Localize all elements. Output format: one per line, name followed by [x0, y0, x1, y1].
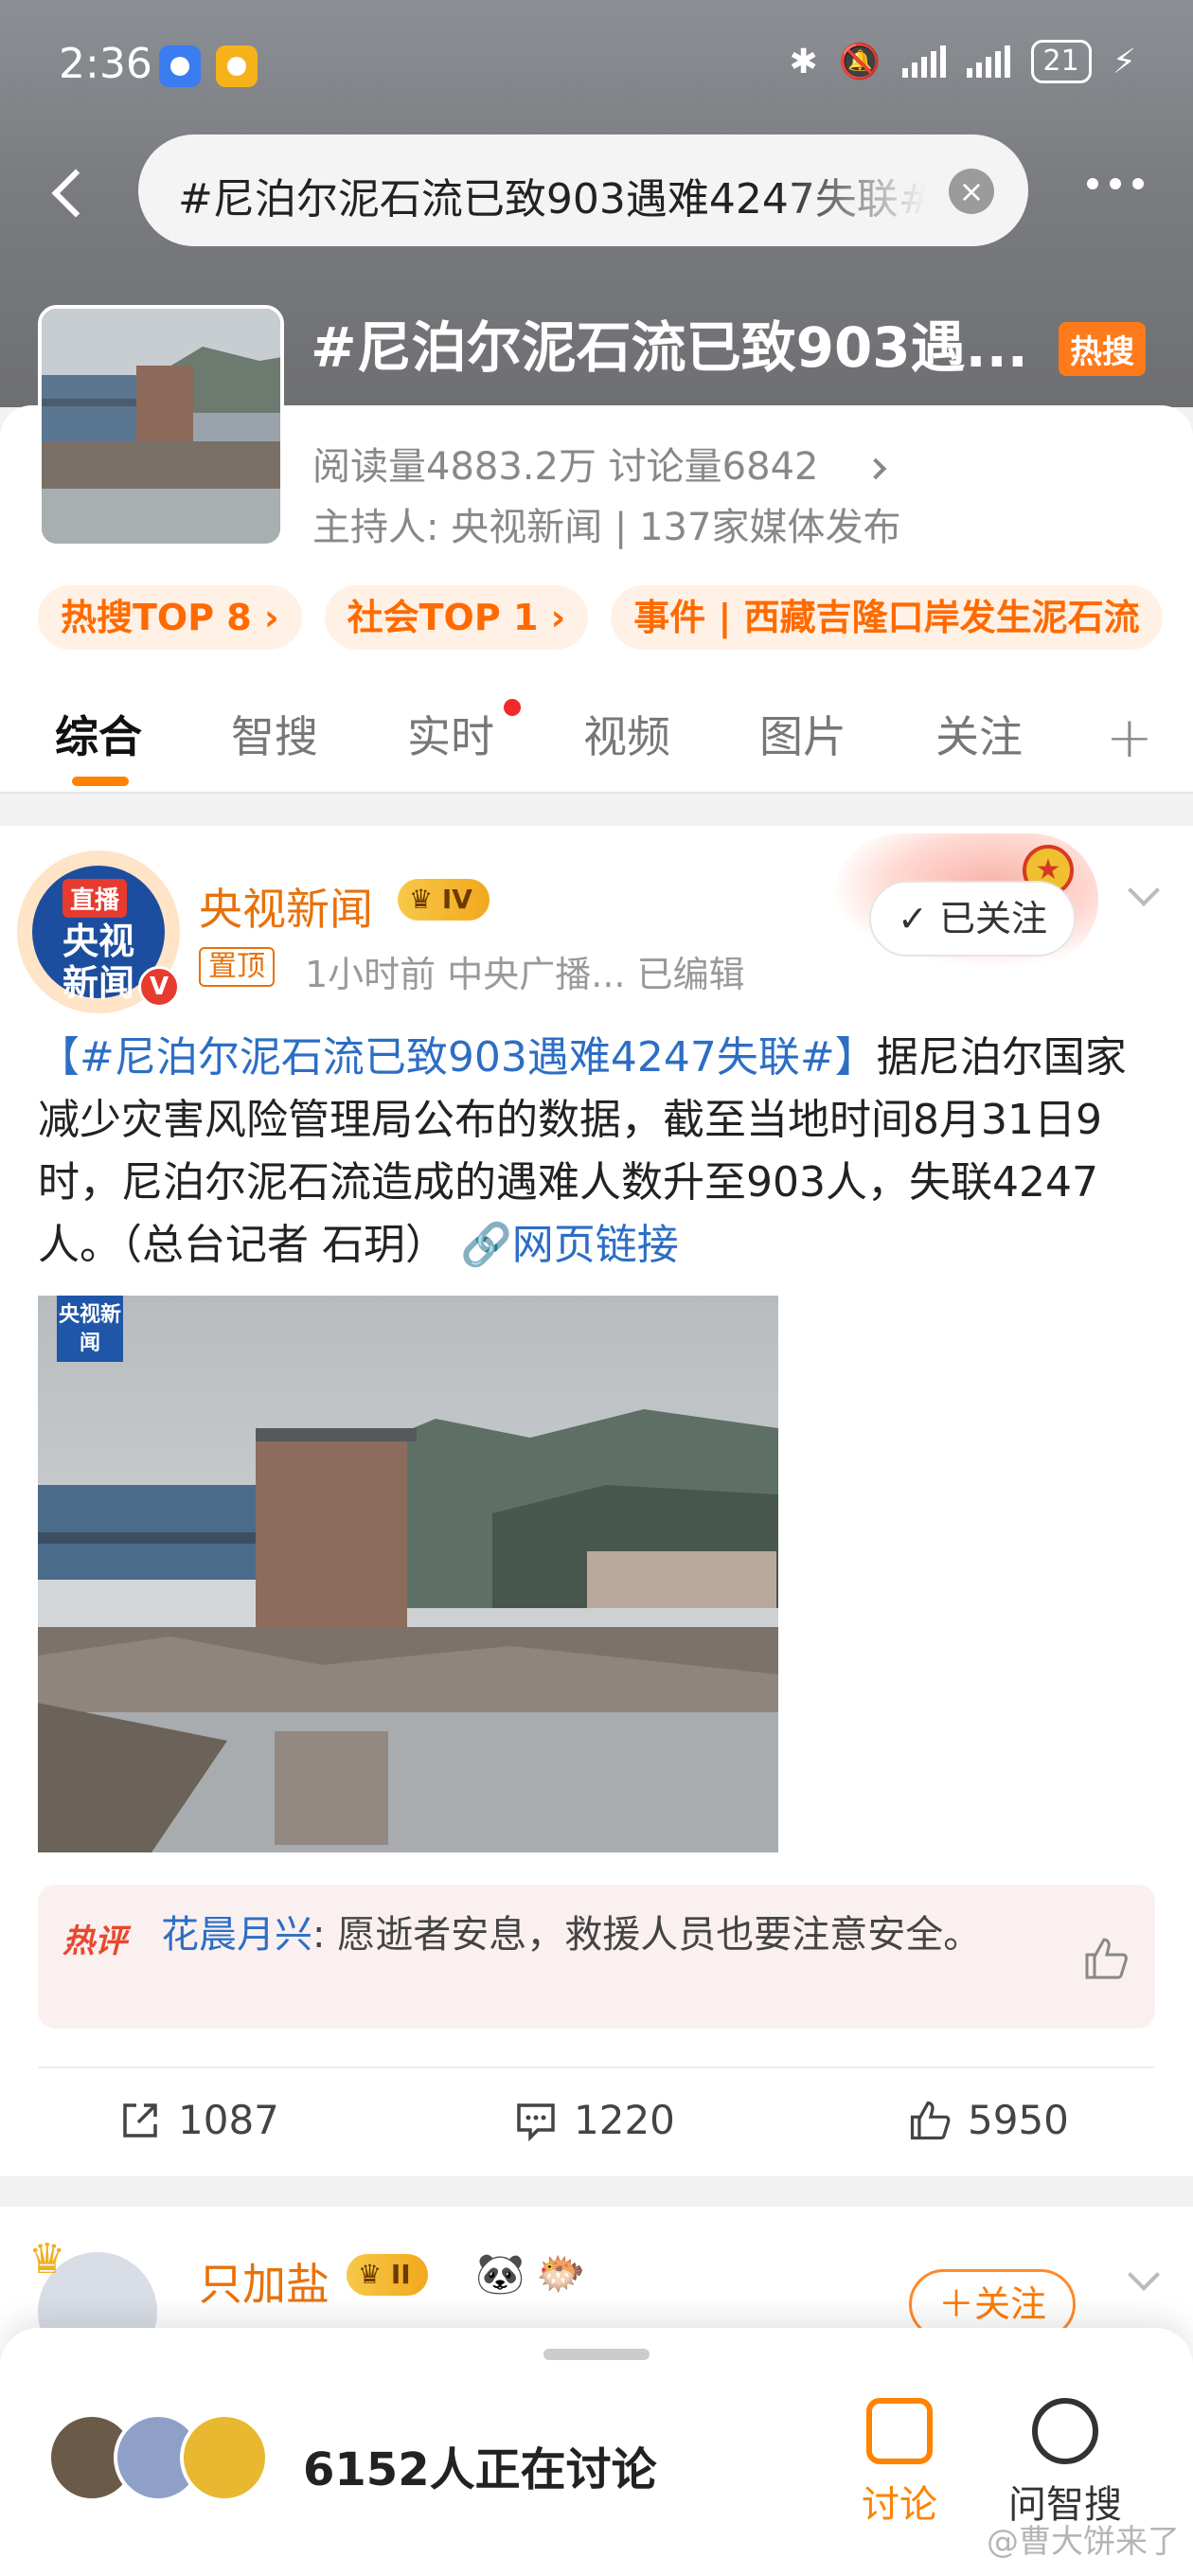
notification-app-icon	[159, 45, 201, 87]
search-bar: #尼泊尔泥石流已致903遇难4247失联# ×	[0, 133, 1193, 246]
participant-avatars	[47, 2413, 275, 2508]
discuss-label: 讨论	[862, 2483, 937, 2527]
topic-thumbnail[interactable]	[38, 305, 284, 547]
chip-society-rank[interactable]: 社会TOP 1 ›	[324, 585, 589, 650]
topic-stats: 阅读量4883.2万 讨论量6842	[312, 445, 819, 489]
post-actions: 1087 1220 5950	[38, 2066, 1155, 2176]
comment-icon	[517, 2102, 555, 2141]
repost-icon	[123, 2102, 157, 2138]
like-icon	[910, 2101, 951, 2139]
chip-hot-search-rank[interactable]: 热搜TOP 8 ›	[38, 585, 302, 650]
like-button[interactable]: 5950	[907, 2097, 1069, 2143]
followed-button[interactable]: ✓ 已关注	[869, 881, 1076, 957]
weibo-app-icon	[216, 45, 258, 87]
tab-realtime[interactable]: 实时	[407, 703, 494, 765]
verified-icon: V	[138, 966, 180, 1008]
avatar	[180, 2413, 269, 2502]
like-comment-icon[interactable]	[1081, 1934, 1131, 1983]
clear-search-icon[interactable]: ×	[949, 169, 994, 214]
hot-comment-text: 花晨月兴: 愿逝者安息，救援人员也要注意安全。	[161, 1909, 1051, 1960]
tab-smart-search[interactable]: 智搜	[231, 703, 318, 765]
author-name-2[interactable]: 只加盐	[199, 2250, 329, 2313]
image-watermark-logo: 央视新闻	[57, 1296, 123, 1362]
chip-event[interactable]: 事件 | 西藏吉隆口岸发生泥石流	[611, 585, 1163, 650]
signal-icon	[901, 45, 946, 78]
bluetooth-icon: ✱	[789, 42, 818, 81]
tab-comprehensive[interactable]: 综合	[55, 703, 142, 765]
tab-bar: 综合 智搜 实时 视频 图片 关注 +	[0, 682, 1193, 794]
discuss-button[interactable]: 讨论	[852, 2398, 947, 2529]
level-text-2: II	[390, 2259, 411, 2290]
chevron-right-icon	[864, 457, 887, 480]
signal-icon-2	[966, 45, 1010, 78]
web-link[interactable]: 🔗网页链接	[460, 1221, 679, 1269]
tab-video[interactable]: 视频	[583, 703, 670, 765]
post-card: 直播 央视新闻 V 央视新闻 ♛ IV 置顶 1小时前 中央广播... 已编辑 …	[0, 826, 1193, 2176]
smart-search-icon	[1032, 2398, 1098, 2464]
watermark: @曹大饼来了	[987, 2523, 1180, 2561]
avatar-logo-text: 央视新闻	[62, 921, 134, 1004]
more-options-icon[interactable]	[1087, 178, 1144, 189]
hot-comment-user[interactable]: 花晨月兴	[161, 1913, 312, 1957]
status-bar: 2:36 ✱ 🔕 21 ⚡	[0, 0, 1193, 133]
ask-smart-search-button[interactable]: 问智搜	[994, 2398, 1136, 2529]
hot-comment[interactable]: 热评 花晨月兴: 愿逝者安息，救援人员也要注意安全。	[38, 1885, 1155, 2029]
crown-icon: ♛	[28, 2235, 66, 2283]
status-time: 2:36	[59, 40, 152, 88]
sheet-handle[interactable]	[543, 2349, 650, 2360]
repost-count: 1087	[178, 2097, 279, 2143]
mute-icon: 🔕	[838, 43, 881, 81]
hot-comment-tag: 热评	[62, 1923, 127, 1960]
search-input[interactable]: #尼泊尔泥石流已致903遇难4247失联# ×	[138, 134, 1028, 246]
panda-emoji-icon: 🐼	[475, 2250, 525, 2297]
post-text: 【#尼泊尔泥石流已致903遇难4247失联#】据尼泊尔国家减少灾害风险管理局公布…	[38, 1027, 1155, 1277]
level-badge-2: ♛ II	[347, 2254, 428, 2296]
active-tab-indicator	[72, 777, 129, 786]
tab-images[interactable]: 图片	[759, 703, 846, 765]
new-indicator-dot	[504, 699, 521, 716]
chevron-down-icon[interactable]	[1128, 874, 1160, 906]
tab-following[interactable]: 关注	[935, 703, 1023, 765]
chevron-down-icon[interactable]	[1128, 2259, 1160, 2291]
pinned-badge: 置顶	[199, 947, 275, 987]
hot-comment-body: : 愿逝者安息，救援人员也要注意安全。	[312, 1913, 982, 1957]
add-tab-icon[interactable]: +	[1106, 705, 1153, 771]
back-icon[interactable]	[38, 152, 104, 227]
level-text: IV	[441, 884, 472, 915]
post-meta: 1小时前 中央广播... 已编辑	[305, 954, 745, 995]
post-image[interactable]: 央视新闻	[38, 1296, 778, 1852]
avatar[interactable]: 直播 央视新闻 V	[17, 850, 180, 1013]
topic-meta: 阅读量4883.2万 讨论量6842 主持人: 央视新闻 | 137家媒体发布	[312, 436, 900, 557]
comment-count: 1220	[574, 2097, 675, 2143]
like-count: 5950	[968, 2097, 1069, 2143]
fish-emoji-icon: 🐡	[536, 2250, 586, 2297]
discussing-count: 6152人正在讨论	[303, 2443, 657, 2496]
comment-button[interactable]: 1220	[513, 2097, 675, 2143]
edit-icon	[866, 2398, 933, 2464]
status-icons: ✱ 🔕 21 ⚡	[790, 40, 1136, 83]
web-link-label: 网页链接	[511, 1221, 679, 1269]
post-hashtag[interactable]: 【#尼泊尔泥石流已致903遇难4247失联#】	[38, 1033, 877, 1082]
level-badge: ♛ IV	[398, 879, 490, 921]
topic-title: #尼泊尔泥石流已致903遇...	[311, 315, 1028, 380]
hot-badge: 热搜	[1059, 322, 1146, 376]
author-name[interactable]: 央视新闻	[199, 875, 373, 938]
topic-host: 主持人: 央视新闻 | 137家媒体发布	[312, 506, 901, 549]
repost-button[interactable]: 1087	[117, 2097, 279, 2143]
search-query: #尼泊尔泥石流已致903遇难4247失联#	[178, 175, 926, 224]
topic-chips: 热搜TOP 8 › 社会TOP 1 › 事件 | 西藏吉隆口岸发生泥石流	[38, 585, 1163, 650]
live-tag: 直播	[62, 879, 128, 918]
charging-icon: ⚡	[1112, 42, 1136, 81]
topic-stats-row[interactable]: 阅读量4883.2万 讨论量6842	[312, 436, 900, 496]
battery-indicator: 21	[1030, 40, 1092, 83]
